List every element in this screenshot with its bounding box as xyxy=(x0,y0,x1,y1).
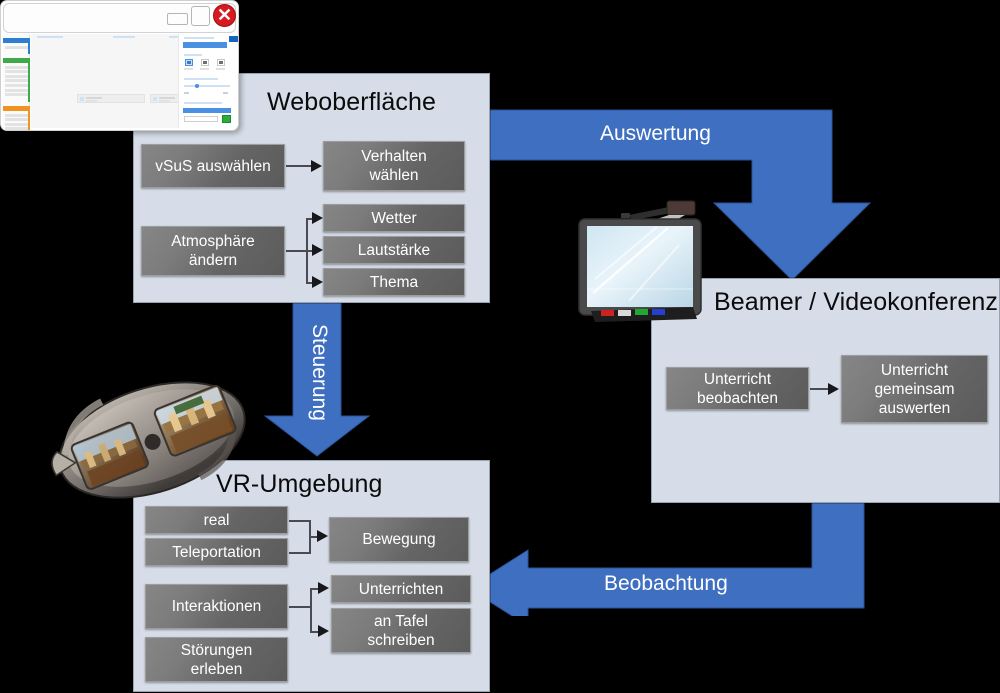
connector-arrowhead xyxy=(312,276,323,288)
maximize-icon[interactable] xyxy=(191,6,210,26)
node-atmosphaere-aendern[interactable]: Atmosphäre ändern xyxy=(141,226,285,276)
connector-real-bus xyxy=(289,520,311,522)
webinterface-screenshot: ✕ xyxy=(0,0,239,131)
connector-atmos-stem xyxy=(286,250,308,252)
slider-max-label xyxy=(223,92,228,94)
node-stoerungen-erleben[interactable]: Störungen erleben xyxy=(145,637,288,682)
connector-arrowhead xyxy=(312,212,323,224)
column-header xyxy=(113,36,135,38)
node-teleportation[interactable]: Teleportation xyxy=(145,538,288,566)
volume-label xyxy=(184,78,218,80)
topic-label xyxy=(184,102,222,104)
diagram-canvas: Auswertung Steuerung Beobachtung Webober… xyxy=(0,0,1000,693)
sidebar-group-orange[interactable] xyxy=(3,106,30,130)
topic-header-bar xyxy=(183,108,231,113)
vr-goggles-image xyxy=(44,358,260,523)
minimize-icon[interactable] xyxy=(167,13,188,25)
node-thema[interactable]: Thema xyxy=(323,268,465,296)
connector-arrowhead xyxy=(312,244,323,256)
arrow-auswertung-label: Auswertung xyxy=(600,122,711,145)
connector-arrowhead xyxy=(318,625,329,637)
panel-beamer-title: Beamer / Videokonferenz xyxy=(714,288,998,316)
option-caption xyxy=(216,68,225,70)
node-interaktionen[interactable]: Interaktionen xyxy=(145,584,288,629)
settings-section-label xyxy=(184,37,214,39)
topic-select[interactable] xyxy=(184,116,218,122)
browser-sidebar xyxy=(3,34,30,130)
action-button[interactable] xyxy=(229,36,238,42)
slider-min-label xyxy=(184,92,189,94)
arrow-beobachtung-label: Beobachtung xyxy=(604,572,728,595)
browser-settings-panel xyxy=(178,34,238,128)
arrow-beobachtung xyxy=(466,490,866,616)
node-an-tafel-schreiben[interactable]: an Tafel schreiben xyxy=(331,608,471,653)
panel-weboberflaeche-title: Weboberfläche xyxy=(267,88,437,116)
weather-icon[interactable] xyxy=(217,59,225,66)
node-verhalten-waehlen[interactable]: Verhalten wählen xyxy=(323,141,465,191)
add-button[interactable] xyxy=(222,115,231,123)
connector-teleportation-bus xyxy=(289,552,311,554)
weather-icon[interactable] xyxy=(201,59,209,66)
node-unterricht-beobachten[interactable]: Unterricht beobachten xyxy=(666,367,809,410)
connector-arrowhead xyxy=(317,530,328,542)
weather-icon[interactable] xyxy=(185,59,193,66)
whiteboard-beamer-image xyxy=(573,193,709,325)
settings-section-label xyxy=(184,54,202,56)
browser-main-area xyxy=(31,34,208,128)
node-unterricht-auswerten[interactable]: Unterricht gemeinsam auswerten xyxy=(841,355,988,423)
arrow-steuerung-label: Steuerung xyxy=(308,324,331,421)
volume-slider[interactable] xyxy=(184,85,230,87)
node-vsus-auswaehlen[interactable]: vSuS auswählen xyxy=(141,144,285,188)
connector-interaktionen-stem xyxy=(289,606,312,608)
option-caption xyxy=(184,68,193,70)
node-unterrichten[interactable]: Unterrichten xyxy=(331,575,471,603)
option-caption xyxy=(200,68,209,70)
connector-arrowhead xyxy=(318,582,329,594)
browser-content xyxy=(3,34,238,130)
sidebar-accent-blue xyxy=(28,38,30,54)
sidebar-group-green[interactable] xyxy=(3,58,30,97)
close-icon[interactable]: ✕ xyxy=(213,4,236,27)
connector-vsus-verhalten xyxy=(286,165,313,167)
connector-arrowhead xyxy=(828,383,839,395)
connector-beobachten-auswerten xyxy=(810,388,830,390)
node-lautstaerke[interactable]: Lautstärke xyxy=(323,236,465,264)
segmented-control[interactable] xyxy=(183,42,227,48)
node-wetter[interactable]: Wetter xyxy=(323,204,465,232)
sidebar-accent-orange xyxy=(28,106,30,130)
student-card[interactable] xyxy=(77,94,145,103)
connector-arrowhead xyxy=(311,160,322,172)
node-bewegung[interactable]: Bewegung xyxy=(329,517,469,562)
volume-slider-knob[interactable] xyxy=(195,84,199,88)
sidebar-accent-green xyxy=(28,58,30,102)
column-header xyxy=(37,36,63,38)
connector-interaktionen-bus xyxy=(310,588,312,632)
sidebar-group-blue[interactable] xyxy=(3,38,30,49)
